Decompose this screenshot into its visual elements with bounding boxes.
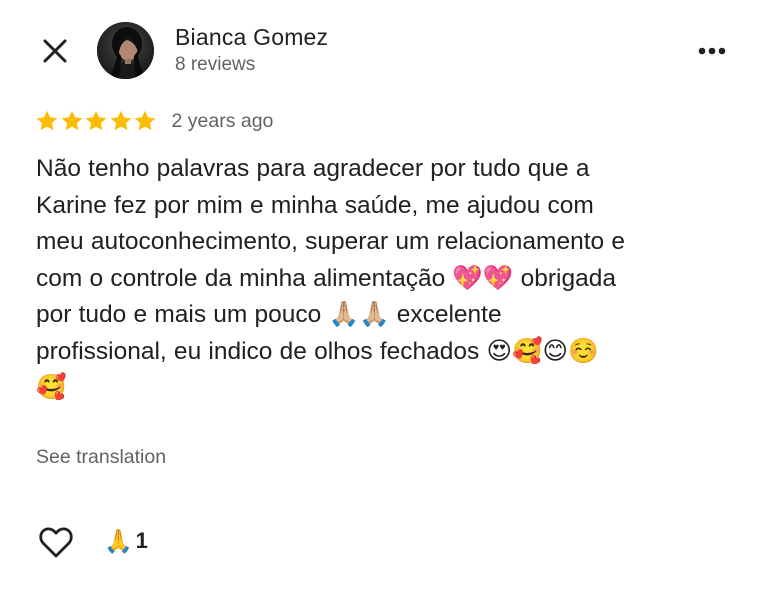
star-icon [61, 110, 82, 131]
heart-outline-icon [39, 527, 73, 558]
author-name[interactable]: Bianca Gomez [175, 24, 328, 51]
more-options-button[interactable] [690, 34, 736, 68]
star-icon [85, 110, 107, 131]
star-icon [36, 110, 58, 131]
close-button[interactable] [38, 34, 72, 68]
more-horizontal-icon [698, 47, 726, 55]
like-button[interactable] [36, 522, 76, 562]
see-translation-link[interactable]: See translation [36, 446, 166, 469]
close-icon [43, 39, 67, 63]
pray-emoji-icon: 🙏 [104, 528, 133, 554]
review-age: 2 years ago [171, 109, 274, 132]
avatar[interactable] [97, 22, 154, 79]
reaction-pray[interactable]: 🙏 1 [104, 526, 148, 556]
rating-row: 2 years ago [35, 106, 273, 136]
reaction-count: 1 [135, 528, 148, 553]
author-review-count[interactable]: 8 reviews [175, 54, 255, 76]
review-text: Não tenho palavras para agradecer por tu… [36, 155, 625, 401]
star-icon [110, 110, 131, 131]
review-detail-page: Bianca Gomez 8 reviews 2 years ago Não t… [0, 0, 768, 602]
star-rating [35, 109, 158, 133]
star-icon [134, 110, 156, 131]
